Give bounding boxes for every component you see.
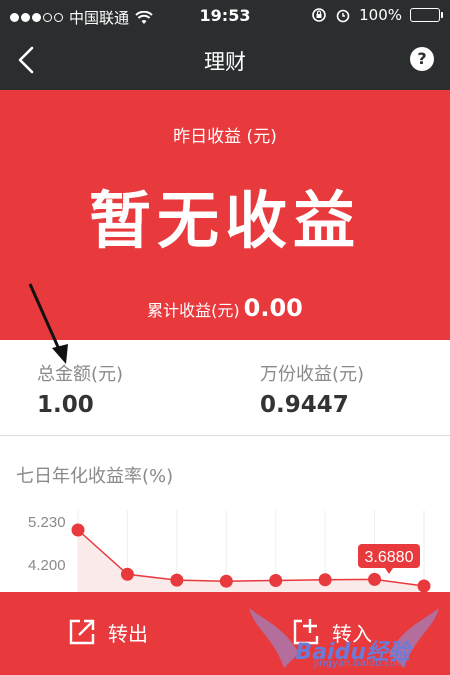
- transfer-out-label: 转出: [108, 621, 148, 646]
- battery-percent: 100%: [359, 6, 402, 24]
- total-amount: 总金额(元) 1.00: [37, 360, 123, 418]
- per10k-earnings-label: 万份收益(元): [260, 364, 365, 385]
- data-point: [219, 574, 233, 588]
- stats-panel: 总金额(元) 1.00 万份收益(元) 0.9447: [0, 340, 450, 436]
- status-right: 100%: [311, 6, 443, 24]
- highlight-label: 3.6880: [358, 544, 420, 574]
- transfer-out-button[interactable]: 转出: [66, 616, 148, 648]
- top-bar: 中国联通 19:53 100% 理财 ?: [0, 0, 450, 90]
- data-point: [120, 567, 134, 581]
- data-point: [170, 573, 184, 587]
- rotation-lock-icon: [312, 8, 326, 22]
- yesterday-earnings-label: 昨日收益 (元): [173, 127, 277, 147]
- y-tick-label: 5.230: [28, 514, 66, 531]
- chart-title: 七日年化收益率(%): [16, 466, 174, 487]
- cumulative-earnings-value: 0.00: [243, 294, 303, 322]
- yield-chart: 5.230 4.200 3.6880: [28, 510, 431, 600]
- total-amount-label: 总金额(元): [37, 364, 124, 385]
- data-point: [318, 573, 332, 587]
- help-icon[interactable]: ?: [410, 47, 434, 71]
- external-link-icon: [69, 619, 95, 645]
- page-title: 理财: [204, 50, 246, 74]
- cumulative-earnings-label: 累计收益(元): [147, 301, 240, 320]
- data-point: [368, 572, 382, 586]
- nav-bar: 理财 ?: [0, 32, 450, 90]
- watermark-url: jingyan.baidu.com: [313, 658, 406, 669]
- data-point: [269, 573, 283, 587]
- per10k-earnings-value: 0.9447: [260, 392, 349, 418]
- highlight-value: 3.6880: [365, 549, 414, 566]
- y-tick-label: 4.200: [28, 557, 66, 574]
- alarm-icon: [336, 9, 350, 23]
- per10k-earnings: 万份收益(元) 0.9447: [260, 360, 364, 418]
- action-bar: 转出 转入 Baidu经验 jingyan.baidu.com: [0, 592, 450, 675]
- battery-icon: [410, 8, 443, 22]
- status-bar: 中国联通 19:53 100%: [0, 0, 450, 32]
- total-amount-value: 1.00: [37, 392, 94, 418]
- data-point: [71, 523, 85, 537]
- yesterday-earnings-value: 暂无收益: [88, 184, 361, 257]
- data-point: [417, 579, 431, 593]
